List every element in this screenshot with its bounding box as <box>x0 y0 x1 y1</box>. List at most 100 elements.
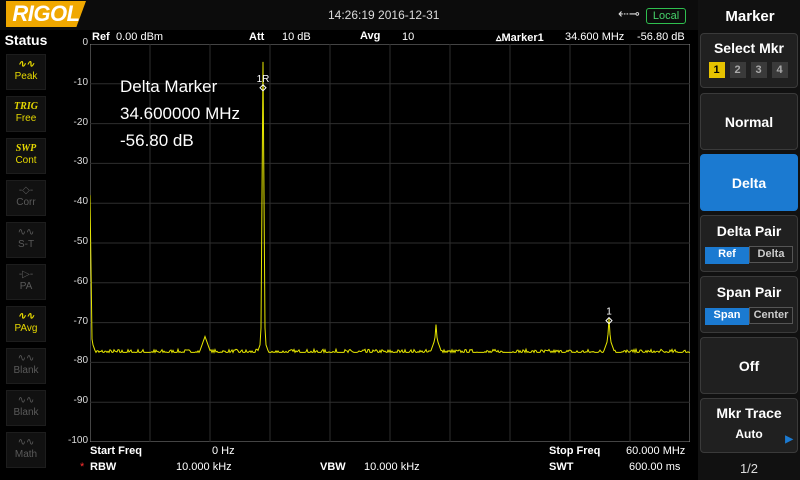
y-tick-label: -70 <box>73 315 88 327</box>
status-item-icon: SWP <box>15 143 37 154</box>
status-item-label: Free <box>15 113 37 124</box>
marker-level: -56.80 dB <box>637 31 685 43</box>
delta-button[interactable]: Delta <box>700 154 798 211</box>
status-item-math: ∿∿ Math <box>6 432 46 468</box>
status-item-blank: ∿∿ Blank <box>6 348 46 384</box>
ref-level-info[interactable]: Ref 0.00 dBm <box>78 31 238 44</box>
rigol-logo: RIGOL <box>6 1 86 27</box>
status-item-label: PA <box>19 281 33 292</box>
menu-title: Marker <box>725 8 775 25</box>
start-freq-value[interactable]: 0 Hz <box>212 445 235 457</box>
delta-pair-toggle: Ref Delta <box>701 244 797 264</box>
avg-label: Avg <box>360 30 381 42</box>
status-item-icon: ∿∿ <box>17 311 35 322</box>
mkr-number-row: 1234 <box>701 60 797 78</box>
y-tick-label: -100 <box>67 435 88 446</box>
rbw-value[interactable]: 10.000 kHz <box>176 461 232 473</box>
status-item-s-t: ∿∿ S-T <box>6 222 46 258</box>
delta-label: Delta <box>731 175 767 191</box>
delta-readout-frequency: 34.600000 MHz <box>120 104 241 123</box>
span-pair-label: Span Pair <box>716 284 782 300</box>
datetime: 14:26:19 2016-12-31 <box>328 8 440 22</box>
span-pair-toggle: Span Center <box>701 305 797 325</box>
mkr-number-4[interactable]: 4 <box>771 62 788 78</box>
status-item-icon: ∿∿ <box>17 353 35 364</box>
status-item-free: TRIG Free <box>6 96 46 132</box>
status-item-icon: ∿∿ <box>17 59 35 70</box>
status-item-label: Peak <box>14 71 38 82</box>
stop-freq-label: Stop Freq <box>549 445 601 457</box>
status-item-label: Blank <box>13 365 39 376</box>
span-pair-span[interactable]: Span <box>705 308 749 325</box>
status-item-icon: -▷- <box>18 269 34 280</box>
page-indicator[interactable]: 1/2 <box>700 461 798 476</box>
delta-pair-ref[interactable]: Ref <box>705 247 749 264</box>
swt-label: SWT <box>549 461 574 473</box>
status-item-icon: ∿∿ <box>17 395 35 406</box>
delta-pair-label: Delta Pair <box>716 223 782 239</box>
usb-icon: ⇠⊸ <box>618 6 640 21</box>
y-tick-label: 0 <box>82 37 88 48</box>
y-tick-label: -60 <box>73 275 88 287</box>
mkr-trace-value: Auto <box>735 427 763 441</box>
status-item-corr: -◇- Corr <box>6 180 46 216</box>
y-tick-label: -10 <box>73 76 88 88</box>
marker-label-1r: 1R <box>257 74 270 85</box>
delta-pair-delta[interactable]: Delta <box>749 246 793 263</box>
y-tick-label: -80 <box>73 355 88 367</box>
status-item-cont: SWP Cont <box>6 138 46 174</box>
swt-value[interactable]: 600.00 ms <box>629 461 680 473</box>
off-button[interactable]: Off <box>700 337 798 394</box>
y-tick-label: -40 <box>73 196 88 208</box>
mkr-trace-label: Mkr Trace <box>716 405 782 421</box>
status-item-label: S-T <box>17 239 35 250</box>
select-mkr-label: Select Mkr <box>713 40 785 56</box>
mkr-number-2[interactable]: 2 <box>729 62 746 78</box>
status-item-label: PAvg <box>14 323 38 334</box>
status-title: Status <box>4 32 48 48</box>
status-item-blank: ∿∿ Blank <box>6 390 46 426</box>
mkr-trace-button[interactable]: Mkr Trace Auto ▶ <box>700 398 798 453</box>
span-pair-center[interactable]: Center <box>749 307 793 324</box>
normal-label: Normal <box>724 114 774 130</box>
ref-label: Ref <box>92 31 110 43</box>
status-item-label: Corr <box>16 197 36 208</box>
marker-freq: 34.600 MHz <box>565 31 625 43</box>
marker-label-1: 1 <box>606 307 612 318</box>
y-tick-label: -90 <box>73 395 88 407</box>
select-mkr-button[interactable]: Select Mkr 1234 <box>700 33 798 88</box>
off-label: Off <box>738 358 760 374</box>
span-pair-button[interactable]: Span Pair Span Center <box>700 276 798 333</box>
delta-marker-readout: Delta Marker 34.600000 MHz -56.80 dB <box>120 73 240 154</box>
ref-value: 0.00 dBm <box>116 31 164 43</box>
normal-button[interactable]: Normal <box>700 93 798 150</box>
delta-readout-title: Delta Marker <box>120 77 218 96</box>
status-item-label: Cont <box>15 155 37 166</box>
att-value: 10 dB <box>282 31 311 43</box>
status-item-pa: -▷- PA <box>6 264 46 300</box>
avg-value: 10 <box>402 31 415 43</box>
status-item-icon: ∿∿ <box>17 437 35 448</box>
delta-pair-button[interactable]: Delta Pair Ref Delta <box>700 215 798 272</box>
marker-label: ▵Marker1 <box>496 32 544 44</box>
vbw-value[interactable]: 10.000 kHz <box>364 461 420 473</box>
rbw-label: RBW <box>90 461 117 473</box>
local-badge[interactable]: Local <box>646 8 686 24</box>
submenu-arrow-icon: ▶ <box>785 434 793 445</box>
delta-readout-level: -56.80 dB <box>120 131 194 150</box>
status-item-icon: ∿∿ <box>17 227 35 238</box>
y-tick-label: -50 <box>73 236 88 247</box>
status-item-label: Blank <box>13 407 39 418</box>
status-item-peak: ∿∿ Peak <box>6 54 46 90</box>
vbw-label: VBW <box>320 461 346 473</box>
stop-freq-value[interactable]: 60.000 MHz <box>626 445 685 457</box>
status-item-pavg: ∿∿ PAvg <box>6 306 46 342</box>
mkr-number-1[interactable]: 1 <box>708 62 725 78</box>
status-item-label: Math <box>14 449 38 460</box>
y-tick-label: -30 <box>73 156 88 168</box>
start-freq-label: Start Freq <box>90 445 142 457</box>
status-item-icon: TRIG <box>14 101 38 112</box>
status-item-icon: -◇- <box>18 185 34 196</box>
mkr-number-3[interactable]: 3 <box>750 62 767 78</box>
rbw-flag: * <box>80 461 85 473</box>
